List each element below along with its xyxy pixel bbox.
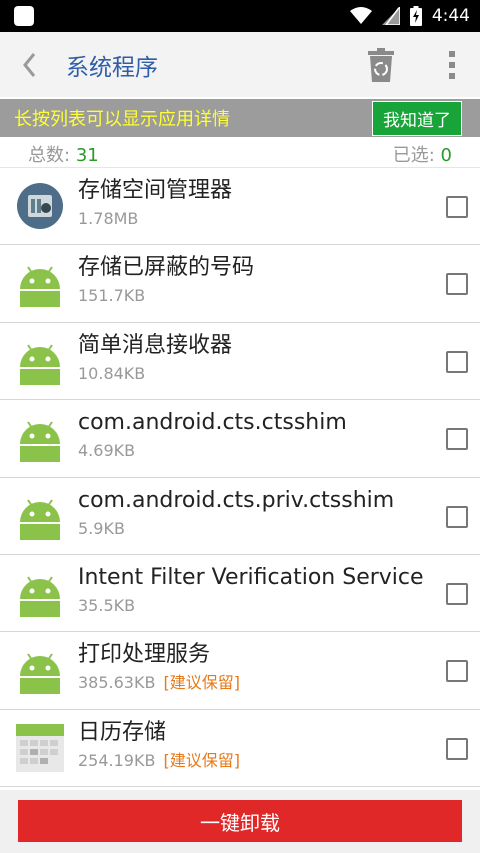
recycle-bin-icon[interactable] [354, 32, 408, 97]
app-size: 5.9KB [78, 518, 125, 538]
bottom-bar: 一键卸载 [0, 790, 480, 853]
app-name: com.android.cts.ctsshim [78, 410, 347, 436]
select-checkbox[interactable] [446, 737, 468, 760]
more-options-icon[interactable] [432, 32, 472, 97]
select-checkbox[interactable] [446, 660, 468, 683]
storage-manager-icon [17, 183, 63, 229]
list-item[interactable]: 打印处理服务 385.63KB [建议保留] [0, 632, 480, 710]
page-title: 系统程序 [66, 54, 158, 81]
list-item[interactable]: 日历存储 254.19KB [建议保留] [0, 710, 480, 788]
list-item[interactable]: 存储空间管理器 1.78MB [0, 168, 480, 246]
app-size: 1.78MB [78, 209, 139, 228]
app-name: com.android.cts.priv.ctsshim [78, 487, 395, 513]
select-checkbox[interactable] [446, 273, 468, 296]
app-name: 存储空间管理器 [78, 178, 233, 203]
keep-recommended-tag: [建议保留] [163, 673, 240, 693]
toolbar: 系统程序 [0, 32, 480, 97]
select-checkbox[interactable] [446, 505, 468, 528]
app-name: Intent Filter Verification Service [78, 564, 424, 590]
list-item[interactable]: 简单消息接收器 10.84KB [0, 323, 480, 401]
android-icon [20, 421, 60, 463]
notification-icon [14, 6, 34, 26]
app-size: 10.84KB [78, 363, 146, 383]
android-icon [20, 576, 60, 617]
battery-charging-icon [409, 6, 422, 26]
app-size: 254.19KB [78, 750, 156, 770]
app-name: 简单消息接收器 [78, 332, 233, 358]
android-icon [20, 344, 60, 385]
hint-text: 长按列表可以显示应用详情 [14, 109, 230, 130]
wifi-icon [349, 7, 372, 24]
android-icon [20, 266, 60, 308]
app-size: 385.63KB [78, 673, 156, 693]
signal-icon [381, 7, 400, 25]
select-checkbox[interactable] [446, 350, 468, 373]
app-name: 日历存储 [78, 719, 167, 745]
select-checkbox[interactable] [446, 196, 468, 218]
app-size: 4.69KB [78, 441, 136, 461]
count-summary: 总数: 31 已选: 0 [0, 140, 480, 168]
app-name: 存储已屏蔽的号码 [78, 255, 255, 281]
keep-recommended-tag: [建议保留] [163, 750, 240, 770]
calendar-storage-icon [16, 723, 64, 772]
one-click-uninstall-button[interactable]: 一键卸载 [18, 800, 462, 842]
android-icon [20, 653, 60, 695]
android-icon [20, 499, 60, 540]
status-bar: 4:44 [0, 0, 480, 32]
clock: 4:44 [431, 6, 470, 26]
selected-count: 已选: 0 [392, 144, 452, 166]
total-count: 总数: 31 [28, 144, 99, 166]
app-size: 151.7KB [78, 286, 146, 306]
select-checkbox[interactable] [446, 428, 468, 451]
hint-banner: 长按列表可以显示应用详情 我知道了 [0, 99, 480, 137]
app-size: 35.5KB [78, 595, 136, 615]
list-item[interactable]: com.android.cts.priv.ctsshim 5.9KB [0, 478, 480, 555]
list-item[interactable]: Intent Filter Verification Service 35.5K… [0, 555, 480, 633]
got-it-button[interactable]: 我知道了 [372, 100, 462, 136]
back-icon[interactable] [0, 32, 58, 97]
list-item[interactable]: 存储已屏蔽的号码 151.7KB [0, 245, 480, 323]
app-name: 打印处理服务 [78, 642, 211, 668]
list-item[interactable]: com.android.cts.ctsshim 4.69KB [0, 400, 480, 478]
app-list: 存储空间管理器 1.78MB 存储已屏蔽的号码 151.7KB 简单消息接收器 [0, 168, 480, 788]
select-checkbox[interactable] [446, 582, 468, 605]
